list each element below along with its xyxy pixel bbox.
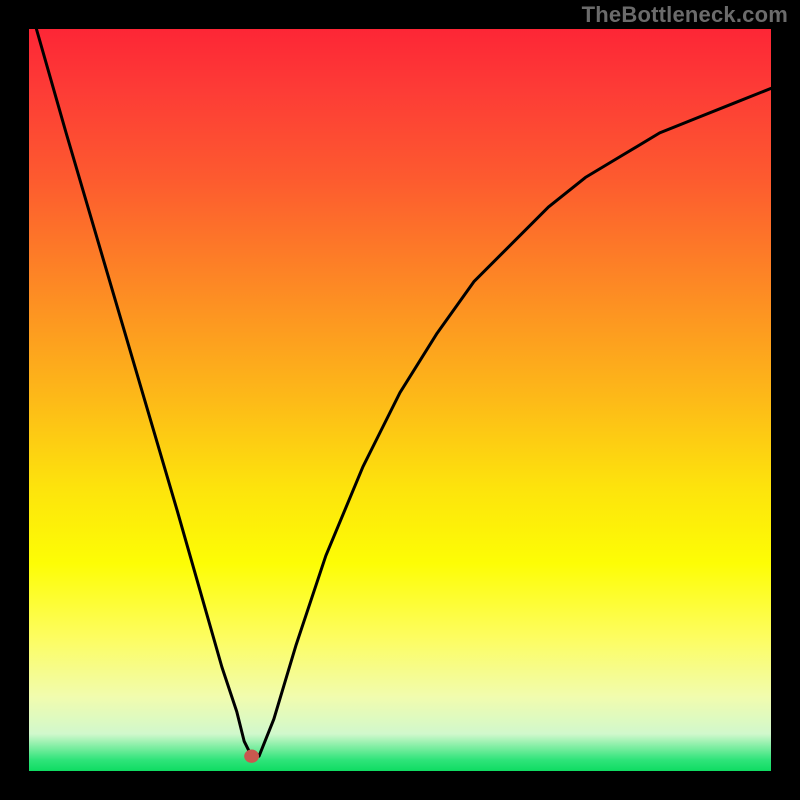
plot-container: [29, 29, 771, 771]
chart-svg: [29, 29, 771, 771]
watermark-text: TheBottleneck.com: [582, 2, 788, 28]
bottleneck-curve: [36, 29, 771, 756]
chart-frame: TheBottleneck.com: [0, 0, 800, 800]
minimum-marker: [244, 749, 259, 762]
